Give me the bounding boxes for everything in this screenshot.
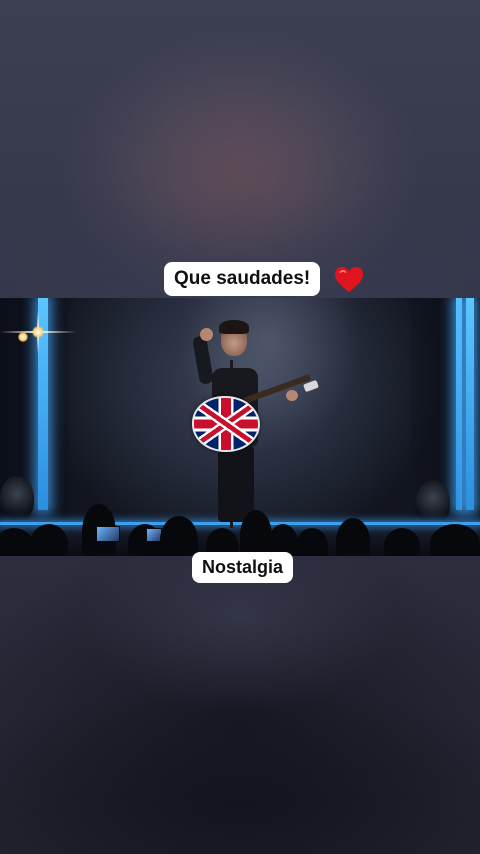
stage-edge-light — [0, 522, 480, 525]
neon-light-bar-right — [456, 298, 462, 510]
red-heart-icon — [334, 266, 364, 293]
stage-light-right — [416, 480, 450, 524]
neon-light-bar-right-outer — [466, 298, 474, 510]
crowd-silhouette — [160, 516, 198, 556]
audience-phone-screen — [96, 526, 120, 542]
crowd-silhouette — [336, 518, 370, 556]
spotlight-beam — [150, 298, 390, 528]
stage-light-left — [0, 476, 34, 520]
union-jack-guitar — [192, 396, 260, 452]
caption-nostalgia: Nostalgia — [192, 552, 294, 583]
concert-video-frame[interactable] — [0, 298, 480, 556]
crowd-silhouette — [30, 524, 68, 556]
performer-raised-hand — [200, 328, 213, 341]
crowd-silhouette — [296, 528, 328, 556]
blurred-background-bottom — [0, 556, 480, 854]
caption-que-saudades: Que saudades! — [164, 262, 321, 296]
reel-screen: Que saudades! Nostalgia — [0, 0, 480, 854]
blurred-background-top — [0, 0, 480, 298]
performer-strumming-hand — [286, 390, 298, 401]
lens-flare-small — [18, 332, 28, 342]
performer-hair — [219, 320, 249, 334]
crowd-silhouette — [384, 528, 420, 556]
crowd-silhouette — [430, 524, 480, 556]
performer-legs — [218, 446, 254, 522]
